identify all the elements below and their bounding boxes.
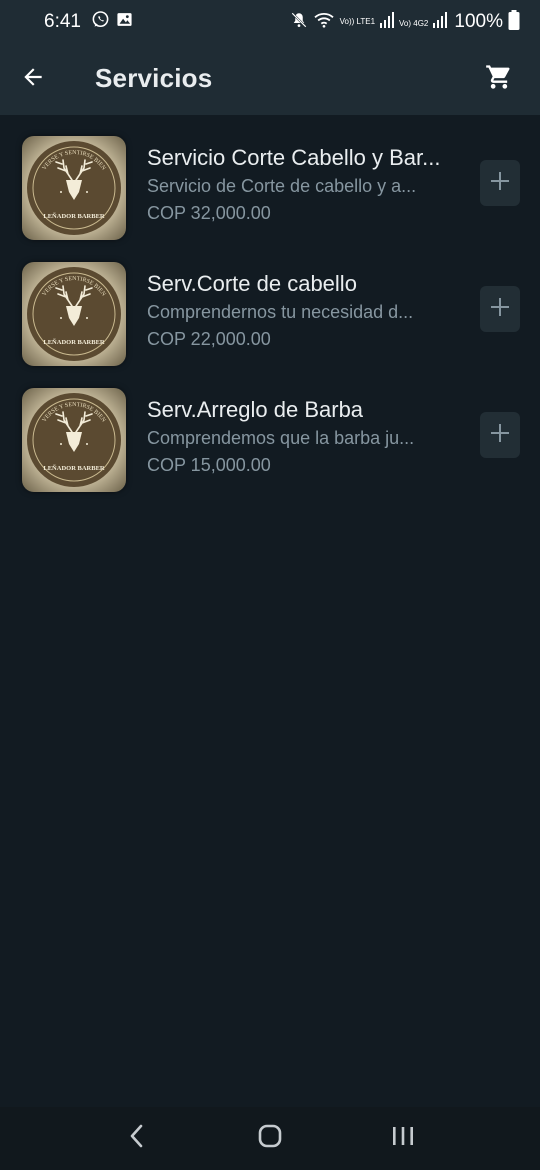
app-bar: Servicios	[0, 44, 540, 115]
service-price: COP 32,000.00	[147, 203, 271, 223]
logo-bottom-text: LEÑADOR BARBER	[43, 464, 105, 472]
chevron-left-icon	[127, 1123, 147, 1154]
service-title: Servicio Corte Cabello y Bar...	[147, 145, 441, 170]
service-description: Servicio de Corte de cabello y a...	[147, 176, 417, 196]
plus-icon	[489, 422, 511, 449]
battery-icon	[508, 9, 520, 35]
sim2-network-label: Vo) 4G2	[399, 19, 429, 28]
add-to-cart-button[interactable]	[480, 160, 520, 206]
service-description: Comprendernos tu necesidad d...	[147, 302, 414, 322]
services-list: VERSE Y SENTIRSE BIEN LEÑADOR BARBER Ser…	[0, 126, 540, 504]
plus-icon	[489, 296, 511, 323]
service-title: Serv.Corte de cabello	[147, 271, 357, 296]
system-navigation-bar	[0, 1107, 540, 1170]
service-item[interactable]: VERSE Y SENTIRSE BIEN LEÑADOR BARBER Ser…	[0, 126, 540, 252]
service-item[interactable]: VERSE Y SENTIRSE BIEN LEÑADOR BARBER Ser…	[0, 252, 540, 378]
service-info: Serv.Corte de cabello Comprendernos tu n…	[147, 270, 447, 352]
service-thumbnail: VERSE Y SENTIRSE BIEN LEÑADOR BARBER	[22, 262, 126, 366]
add-to-cart-button[interactable]	[480, 286, 520, 332]
plus-icon	[489, 170, 511, 197]
service-info: Serv.Arreglo de Barba Comprendemos que l…	[147, 396, 447, 478]
signal-icon	[433, 11, 448, 33]
service-item[interactable]: VERSE Y SENTIRSE BIEN LEÑADOR BARBER Ser…	[0, 378, 540, 504]
page-title: Servicios	[95, 63, 213, 93]
service-price: COP 22,000.00	[147, 329, 271, 349]
status-time: 6:41	[44, 11, 81, 32]
gallery-icon	[116, 11, 133, 33]
status-system-icons: Vo)) LTE1 Vo) 4G2 100%	[290, 9, 520, 35]
sim1-network-label: Vo)) LTE1	[339, 17, 376, 26]
add-to-cart-button[interactable]	[480, 412, 520, 458]
home-icon	[256, 1122, 284, 1155]
status-notification-icons	[91, 10, 133, 34]
service-thumbnail: VERSE Y SENTIRSE BIEN LEÑADOR BARBER	[22, 136, 126, 240]
whatsapp-icon	[91, 10, 110, 34]
screen: 6:41 Vo)) LTE1 Vo) 4G2 100% Servicios VE…	[0, 0, 540, 1170]
service-title: Serv.Arreglo de Barba	[147, 397, 364, 422]
service-info: Servicio Corte Cabello y Bar... Servicio…	[147, 144, 447, 226]
cart-button[interactable]	[482, 62, 516, 96]
service-price: COP 15,000.00	[147, 455, 271, 475]
signal-icon	[380, 11, 395, 33]
battery-percent: 100%	[454, 11, 503, 32]
nav-back-button[interactable]	[107, 1114, 167, 1164]
status-bar: 6:41 Vo)) LTE1 Vo) 4G2 100%	[0, 0, 540, 44]
arrow-left-icon	[20, 64, 46, 95]
logo-bottom-text: LEÑADOR BARBER	[43, 338, 105, 346]
shopping-cart-icon	[485, 63, 513, 96]
nav-home-button[interactable]	[240, 1114, 300, 1164]
service-thumbnail: VERSE Y SENTIRSE BIEN LEÑADOR BARBER	[22, 388, 126, 492]
mute-icon	[290, 11, 308, 34]
back-button[interactable]	[14, 60, 52, 98]
nav-recents-button[interactable]	[373, 1114, 433, 1164]
wifi-icon	[313, 11, 335, 34]
service-description: Comprendemos que la barba ju...	[147, 428, 415, 448]
logo-bottom-text: LEÑADOR BARBER	[43, 212, 105, 220]
recents-icon	[390, 1124, 416, 1153]
